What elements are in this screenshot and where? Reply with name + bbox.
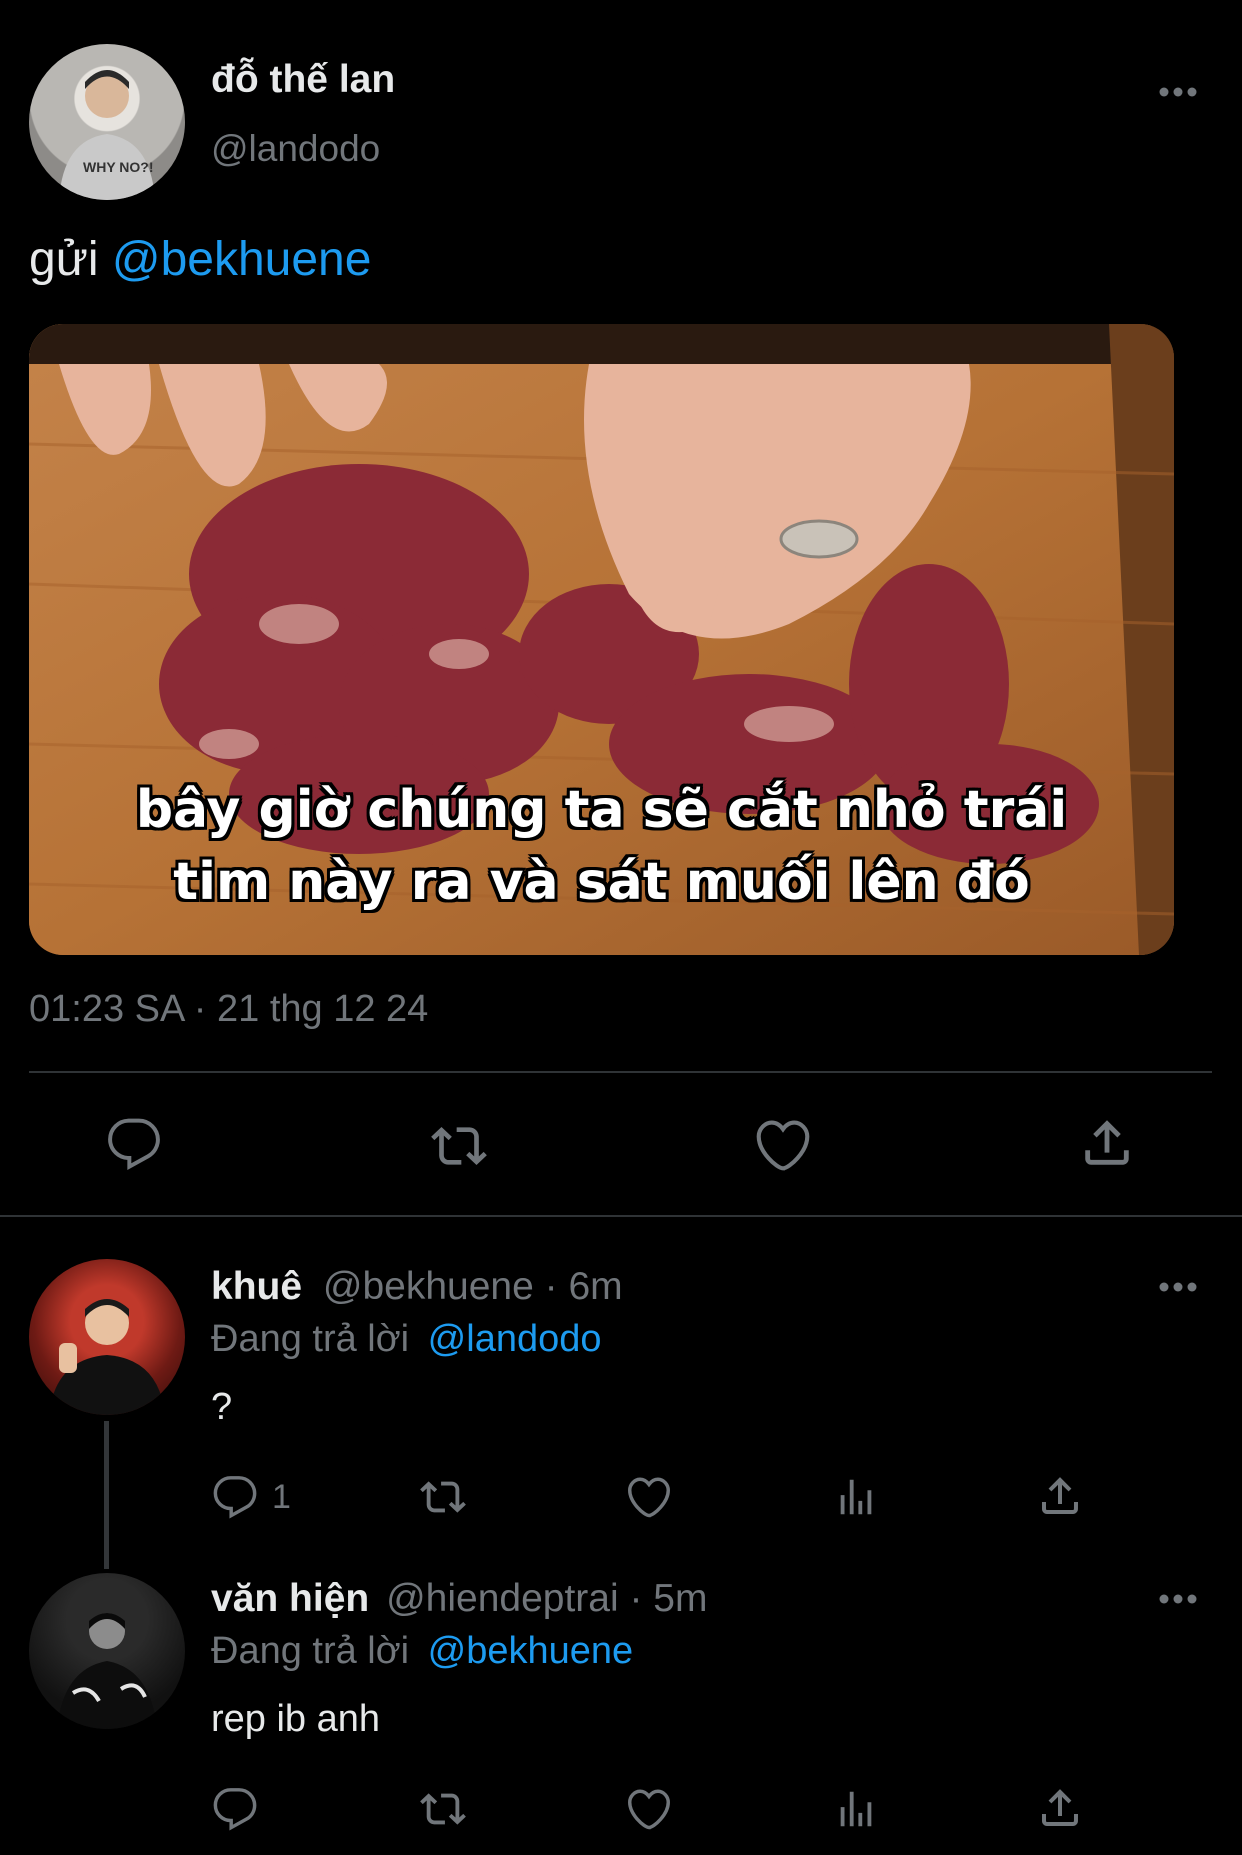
author-name[interactable]: đỗ thế lan [211,58,395,102]
reply-icon[interactable] [211,1474,259,1520]
replying-to: Đang trả lời @landodo [211,1318,602,1361]
author-avatar[interactable]: WHY NO?! [29,44,185,200]
views-icon[interactable] [832,1474,880,1520]
image-caption-line2: tim này ra và sát muối lên đó [173,852,1030,912]
divider [0,1215,1242,1217]
reply-time[interactable]: · 5m [629,1577,707,1620]
reply-header: khuê @bekhuene · 6m [211,1265,623,1309]
reply-icon[interactable] [104,1116,164,1172]
author-handle[interactable]: @landodo [211,128,380,170]
reply-icon[interactable] [211,1786,259,1832]
heart-icon[interactable] [625,1474,673,1520]
more-icon[interactable] [1158,86,1198,98]
reply-avatar[interactable] [29,1259,185,1415]
image-caption-line1: bây giờ chúng ta sẽ cắt nhỏ trái [135,780,1068,840]
replying-label: Đang trả lời [211,1630,410,1672]
retweet-icon[interactable] [415,1786,471,1832]
reply-author-handle[interactable]: @bekhuene [323,1265,534,1308]
heart-icon[interactable] [625,1786,673,1832]
share-icon[interactable] [1078,1114,1136,1172]
share-icon[interactable] [1036,1472,1084,1520]
reply-time[interactable]: · 6m [545,1265,623,1308]
retweet-icon[interactable] [424,1118,494,1174]
tweet-image[interactable]: bây giờ chúng ta sẽ cắt nhỏ trái tim này… [29,324,1174,955]
svg-text:WHY NO?!: WHY NO?! [83,159,154,175]
reply-count: 1 [272,1478,291,1516]
heart-icon[interactable] [753,1116,813,1174]
tweet-timestamp[interactable]: 01:23 SA · 21 thg 12 24 [29,988,428,1031]
divider [29,1071,1212,1073]
replying-mention[interactable]: @landodo [428,1318,602,1360]
thread-line [104,1421,109,1569]
reply-text: rep ib anh [211,1698,381,1740]
tweet-mention[interactable]: @bekhuene [112,233,372,286]
image-caption: bây giờ chúng ta sẽ cắt nhỏ trái tim này… [29,774,1174,918]
reply-header: văn hiện @hiendeptrai · 5m [211,1577,707,1621]
reply-author-name[interactable]: khuê [211,1265,302,1308]
replying-mention[interactable]: @bekhuene [428,1630,634,1672]
reply-author-name[interactable]: văn hiện [211,1577,369,1620]
reply-avatar[interactable] [29,1573,185,1729]
share-icon[interactable] [1036,1784,1084,1832]
views-icon[interactable] [832,1786,880,1832]
reply-author-handle[interactable]: @hiendeptrai [386,1577,619,1620]
retweet-icon[interactable] [415,1474,471,1520]
tweet-text: gửi @bekhuene [29,232,371,287]
replying-label: Đang trả lời [211,1318,410,1360]
replying-to: Đang trả lời @bekhuene [211,1630,633,1673]
more-icon[interactable] [1158,1281,1198,1293]
tweet-text-prefix: gửi [29,233,99,286]
more-icon[interactable] [1158,1593,1198,1605]
reply-text: ? [211,1386,233,1428]
